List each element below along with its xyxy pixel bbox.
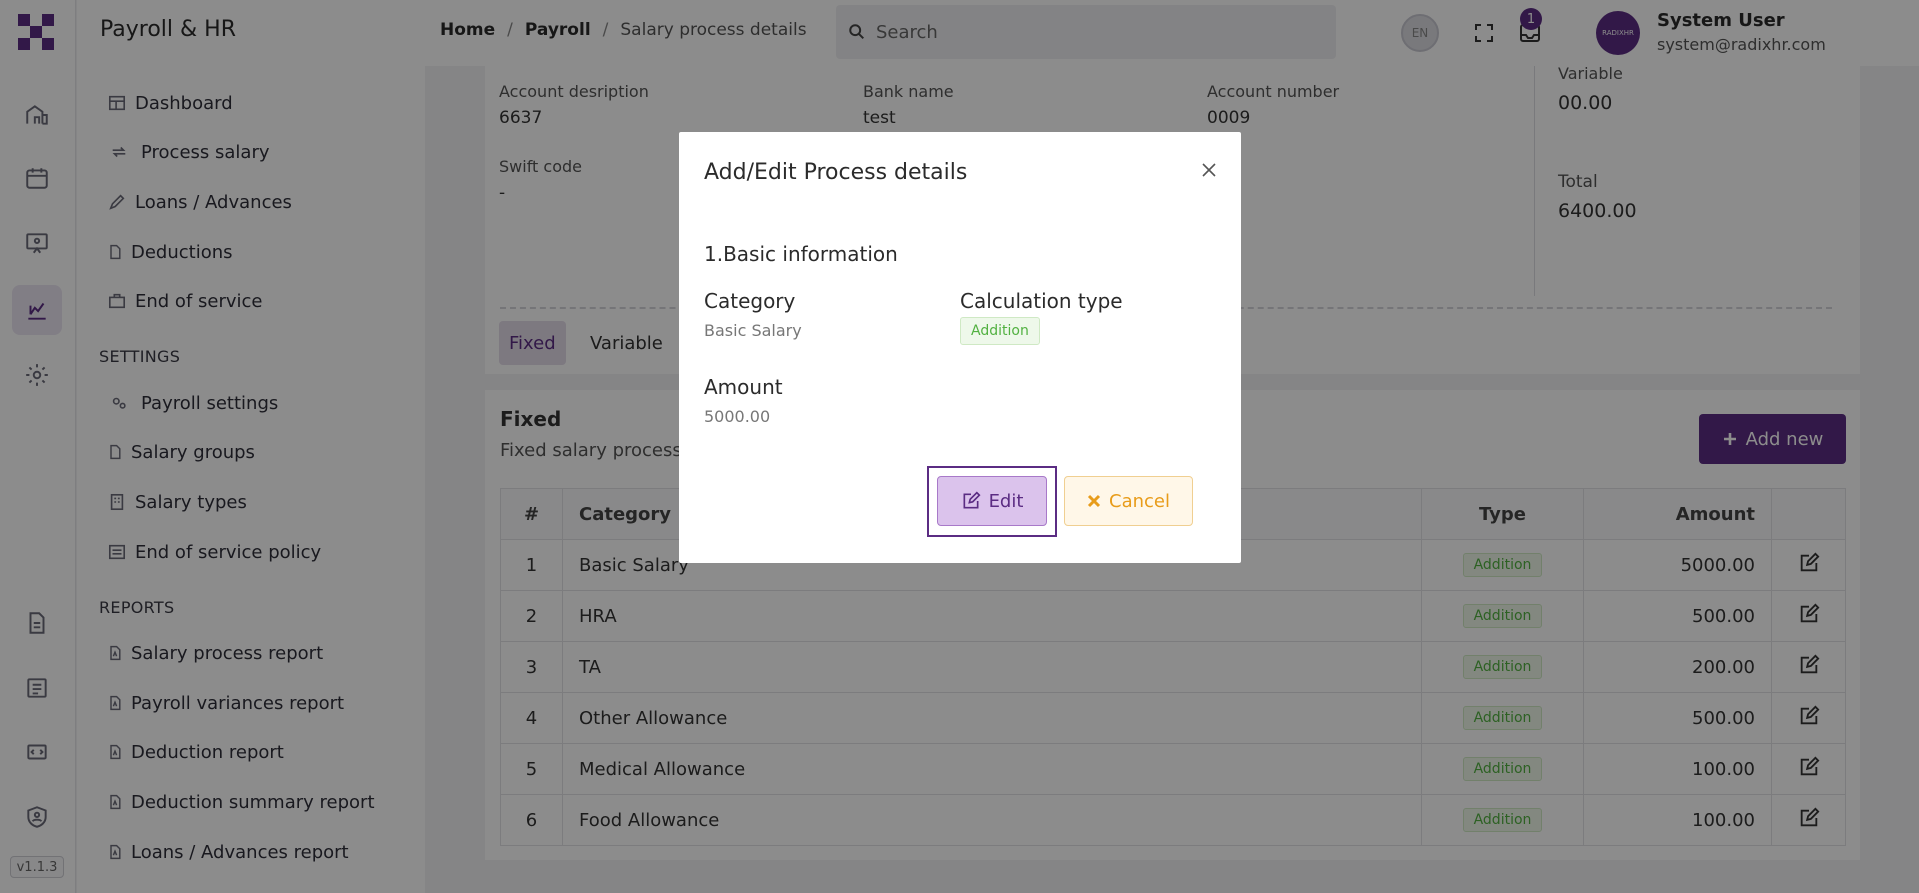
cancel-button[interactable]: Cancel — [1064, 476, 1193, 526]
modal-category-label: Category — [704, 289, 796, 313]
close-icon — [1087, 494, 1101, 508]
modal-category-value: Basic Salary — [704, 321, 802, 340]
edit-button[interactable]: Edit — [937, 476, 1047, 526]
modal-amount-value: 5000.00 — [704, 407, 771, 426]
modal-calc-type-badge: Addition — [960, 317, 1040, 345]
modal-amount-label: Amount — [704, 375, 783, 399]
modal-title: Add/Edit Process details — [704, 160, 968, 185]
process-details-modal: Add/Edit Process details 1.Basic informa… — [679, 132, 1241, 563]
modal-section-heading: 1.Basic information — [704, 242, 898, 266]
edit-icon — [963, 491, 981, 509]
close-icon[interactable] — [1197, 158, 1221, 182]
modal-calc-type-label: Calculation type — [960, 289, 1123, 313]
